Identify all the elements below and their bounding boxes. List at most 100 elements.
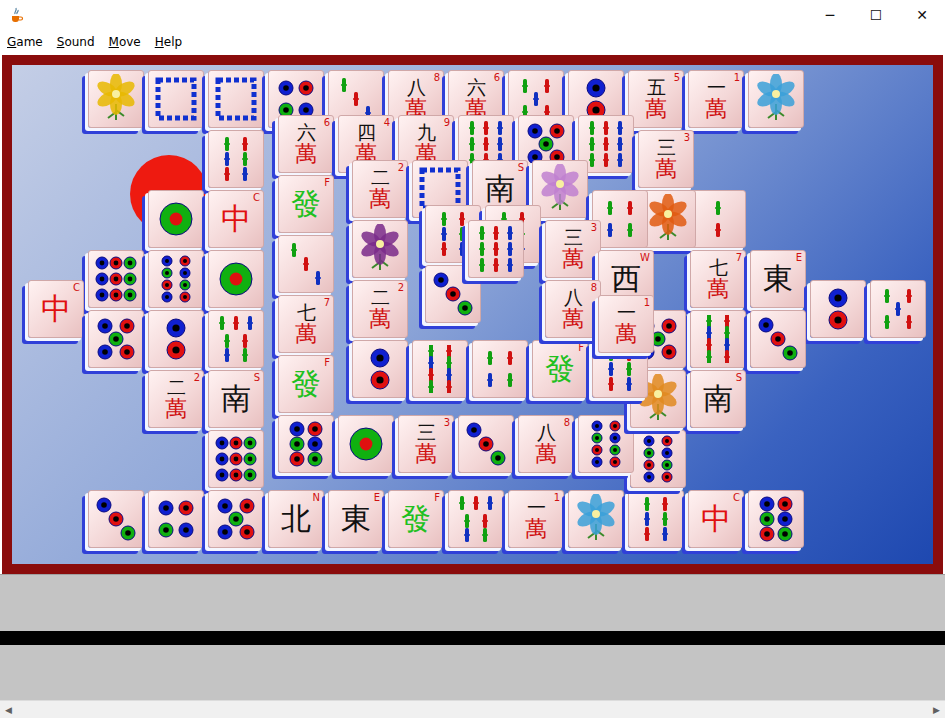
tile-glyph: 發 [545,354,575,384]
dots-icon [94,495,138,543]
tile-index: 1 [644,298,650,308]
mahjong-tile[interactable] [690,310,746,368]
window-control-button[interactable]: ✕ [899,0,945,30]
mahjong-tile[interactable]: 發 F [278,355,334,413]
mahjong-tile[interactable]: 中 C [688,490,744,548]
mahjong-tile[interactable] [412,340,468,398]
honor-tile-face: 發 F [279,356,333,412]
mahjong-tile[interactable] [148,190,204,248]
scroll-right-button[interactable]: ▶ [928,705,945,715]
mahjong-tile[interactable] [472,340,528,398]
mahjong-tile[interactable]: 發 F [388,490,444,548]
mahjong-tile[interactable] [278,235,334,293]
honor-tile-face: 東 E [329,491,383,547]
mahjong-tile[interactable] [640,190,696,248]
mahjong-tile[interactable] [338,415,394,473]
mahjong-tile[interactable]: 發 F [278,175,334,233]
mahjong-tile[interactable] [88,310,144,368]
mahjong-tile[interactable]: 三 萬 3 [398,415,454,473]
mahjong-tile[interactable]: 七 萬 7 [278,295,334,353]
window-control-button[interactable]: ─ [807,0,853,30]
mahjong-tile[interactable] [148,310,204,368]
horizontal-scrollbar[interactable]: ◀ ▶ [0,700,945,718]
mahjong-tile[interactable] [748,490,804,548]
mahjong-tile[interactable] [690,190,746,248]
mahjong-tile[interactable]: 八 萬 8 [545,280,601,338]
window-control-button[interactable]: ☐ [853,0,899,30]
mahjong-tile[interactable] [148,490,204,548]
tile-index: E [796,253,802,263]
mahjong-tile[interactable] [578,415,634,473]
mahjong-tile[interactable]: 一 萬 1 [508,490,564,548]
mahjong-tile[interactable] [568,490,624,548]
scroll-left-button[interactable]: ◀ [0,705,17,715]
tile-glyph: 發 [401,504,431,534]
mahjong-tile[interactable] [208,310,264,368]
mahjong-tile[interactable] [870,280,926,338]
dots-icon [154,495,198,543]
dots-icon [358,345,402,393]
scroll-track[interactable] [17,701,928,718]
mahjong-tile[interactable] [208,250,264,308]
mahjong-tile[interactable] [148,250,204,308]
menu-item[interactable]: Game [7,35,43,49]
mahjong-tile[interactable]: 發 F [532,340,588,398]
tile-glyph: 南 [485,174,515,204]
mahjong-tile[interactable] [750,310,806,368]
mahjong-tile[interactable]: 三 萬 3 [545,220,601,278]
mahjong-tile[interactable]: 二 萬 2 [148,370,204,428]
mahjong-tile[interactable]: 七 萬 7 [690,250,746,308]
mahjong-tile[interactable] [468,220,524,278]
mahjong-tile[interactable] [208,130,264,188]
bamboo-icon [696,315,740,363]
mahjong-tile[interactable]: 東 E [328,490,384,548]
mahjong-tile[interactable] [810,280,866,338]
mahjong-tile[interactable] [148,70,204,128]
flower-icon [752,74,800,124]
mahjong-tile[interactable]: 三 萬 3 [638,130,694,188]
tile-rank: 六 [297,123,316,142]
mahjong-tile[interactable] [208,430,264,488]
mahjong-tile[interactable] [88,490,144,548]
flower-icon [536,164,584,214]
mahjong-tile[interactable]: 二 萬 2 [352,280,408,338]
mahjong-tile[interactable]: 北 N [268,490,324,548]
white-dragon-icon [212,74,260,124]
mahjong-tile[interactable] [352,220,408,278]
character-tile-face: 三 萬 3 [399,416,453,472]
tile-index: 3 [444,418,450,428]
mahjong-tile[interactable]: 東 E [750,250,806,308]
tile-glyph: 東 [341,504,371,534]
mahjong-tile[interactable] [630,430,686,488]
mahjong-tile[interactable]: 一 萬 1 [598,295,654,353]
mahjong-tile[interactable] [352,340,408,398]
mahjong-tile[interactable]: 一 萬 1 [688,70,744,128]
tile-index: F [434,493,440,503]
mahjong-tile[interactable] [278,415,334,473]
bamboo-icon [584,120,628,168]
mahjong-tile[interactable]: 南 S [208,370,264,428]
mahjong-tile[interactable]: 八 萬 8 [518,415,574,473]
mahjong-tile[interactable]: 六 萬 6 [278,115,334,173]
mahjong-tile[interactable] [88,250,144,308]
tile-index: 2 [398,163,404,173]
menu-item[interactable]: Sound [57,35,95,49]
mahjong-tile[interactable] [208,490,264,548]
mahjong-tile[interactable] [458,415,514,473]
mahjong-tile[interactable] [208,70,264,128]
tile-rank: 二 [371,168,390,187]
tile-rank: 九 [417,123,436,142]
menu-item[interactable]: Move [109,35,141,49]
mahjong-tile[interactable] [748,70,804,128]
mahjong-tile[interactable]: 南 S [690,370,746,428]
mahjong-tile[interactable]: 中 C [28,280,84,338]
mahjong-tile[interactable]: 中 C [208,190,264,248]
menu-item[interactable]: Help [155,35,182,49]
mahjong-tile[interactable] [628,490,684,548]
mahjong-tile[interactable] [448,490,504,548]
mahjong-tile[interactable]: 五 萬 5 [628,70,684,128]
bamboo-icon [634,495,678,543]
mahjong-tile[interactable] [88,70,144,128]
mahjong-tile[interactable]: 二 萬 2 [352,160,408,218]
dots-icon [154,315,198,363]
